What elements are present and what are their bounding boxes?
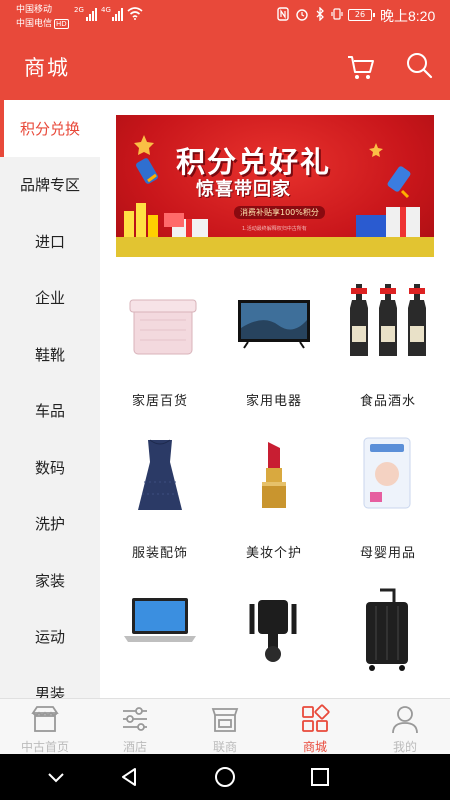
vibrate-icon — [331, 8, 343, 20]
nav-label: 联商 — [212, 740, 237, 754]
diapers-icon — [363, 437, 411, 509]
nav-home[interactable]: 中古首页 — [0, 699, 90, 755]
nav-label: 我的 — [392, 740, 417, 754]
search-icon[interactable] — [404, 50, 434, 80]
home-icon[interactable] — [214, 766, 236, 788]
banner-fine-print: 1.活动最终解释权归中古所有 — [242, 226, 307, 232]
television-icon — [238, 300, 310, 349]
sidebar-item-digital[interactable]: 数码 — [0, 439, 100, 496]
banner-floor — [116, 237, 434, 257]
category-label: 美妆个护 — [245, 546, 302, 561]
battery-icon: 26 — [348, 9, 375, 21]
category-label: 家用电器 — [245, 394, 302, 409]
bluetooth-icon — [316, 7, 324, 21]
nav-mall[interactable]: 商城 — [270, 699, 360, 755]
network-4g-label: 4G — [101, 6, 111, 14]
signal-1-icon — [86, 7, 97, 21]
wine-bottles-icon — [350, 284, 426, 356]
sidebar-item-points-exchange[interactable]: 积分兑换 — [0, 100, 100, 157]
sidebar-item-menswear[interactable]: 男装 — [0, 665, 100, 698]
person-icon — [392, 706, 418, 734]
shop-icon — [31, 706, 59, 732]
storage-box-icon — [129, 299, 197, 355]
category-label: 服装配饰 — [131, 546, 188, 561]
grid-icon — [302, 704, 330, 732]
category-label: 食品酒水 — [359, 394, 416, 409]
banner-note: 消费补贴享100%积分 — [234, 206, 325, 219]
network-2g-label: 2G — [74, 6, 84, 14]
status-bar: 中国移动 中国电信 HD 2G 4G 26 晚上8:20 — [0, 0, 450, 36]
luggage-icon — [366, 588, 408, 671]
clock: 晚上8:20 — [380, 8, 436, 24]
sidebar-item-care[interactable]: 洗护 — [0, 496, 100, 553]
app-header: 商城 — [0, 36, 450, 100]
signal-2-icon — [112, 7, 123, 21]
sidebar-item-shoes[interactable]: 鞋靴 — [0, 326, 100, 383]
phone-holder-icon — [249, 600, 297, 662]
nfc-icon — [277, 7, 289, 21]
category-sidebar: 积分兑换 品牌专区 进口 企业 鞋靴 车品 数码 洗护 家装 运动 男装 — [0, 100, 100, 698]
promo-banner[interactable]: 积分兑好礼 惊喜带回家 消费补贴享100%积分 1.活动最终解释权归中古所有 — [116, 115, 434, 257]
sliders-icon — [123, 707, 147, 731]
nav-label: 商城 — [302, 740, 327, 754]
recents-icon[interactable] — [309, 766, 331, 788]
dress-icon — [138, 439, 182, 510]
nav-hotel[interactable]: 酒店 — [90, 699, 180, 755]
bottom-nav: 中古首页 酒店 联商 商城 我的 — [0, 698, 450, 754]
category-label: 家居百货 — [131, 394, 188, 409]
sidebar-item-car[interactable]: 车品 — [0, 383, 100, 440]
alarm-icon — [296, 9, 308, 21]
sidebar-item-enterprise[interactable]: 企业 — [0, 270, 100, 327]
store-icon — [211, 708, 239, 732]
nav-merchants[interactable]: 联商 — [180, 699, 270, 755]
laptop-icon — [124, 598, 196, 642]
nav-label: 酒店 — [122, 740, 147, 754]
lipstick-icon — [262, 442, 286, 508]
system-nav-bar — [0, 754, 450, 800]
sidebar-item-home-decor[interactable]: 家装 — [0, 552, 100, 609]
page-title: 商城 — [24, 56, 70, 80]
sidebar-item-sports[interactable]: 运动 — [0, 609, 100, 666]
carrier-1-label: 中国移动 — [16, 5, 53, 15]
carrier-2-wrapper: 中国电信 HD — [16, 19, 69, 29]
sidebar-item-import[interactable]: 进口 — [0, 213, 100, 270]
category-label: 母婴用品 — [359, 546, 416, 561]
cart-icon[interactable] — [346, 52, 376, 82]
wifi-icon — [127, 7, 143, 20]
nav-label: 中古首页 — [20, 740, 69, 754]
sidebar-item-brand-zone[interactable]: 品牌专区 — [0, 157, 100, 214]
collapse-icon[interactable] — [45, 766, 67, 788]
nav-profile[interactable]: 我的 — [360, 699, 450, 755]
banner-subtitle: 惊喜带回家 — [196, 179, 291, 200]
back-icon[interactable] — [118, 766, 140, 788]
carrier-2-label: 中国电信 — [16, 19, 53, 29]
hd-badge: HD — [54, 19, 69, 29]
